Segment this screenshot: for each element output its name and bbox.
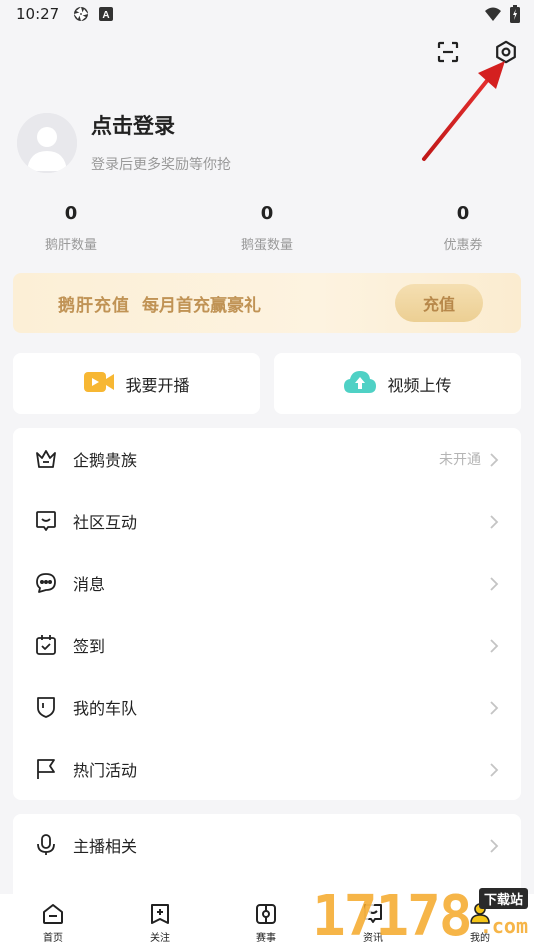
menu-item-checkin[interactable]: 签到 [13, 614, 521, 676]
menu-label: 消息 [73, 575, 106, 594]
chevron-right-icon [489, 452, 499, 467]
stat-label: 鹅肝数量 [44, 238, 97, 253]
shield-icon [34, 695, 58, 719]
login-title[interactable]: 点击登录 [91, 112, 231, 140]
message-icon [34, 571, 58, 595]
chevron-right-icon [489, 700, 499, 715]
stat-label: 鹅蛋数量 [240, 238, 293, 253]
stat-value: 0 [456, 203, 470, 224]
menu-label: 我的车队 [73, 699, 138, 718]
chevron-right-icon [489, 576, 499, 591]
menu-item-noble[interactable]: 企鹅贵族 未开通 [13, 428, 521, 490]
calendar-check-icon [34, 633, 58, 657]
banner-subtitle: 每月首充赢豪礼 [142, 295, 261, 316]
home-icon [41, 902, 65, 926]
chevron-right-icon [489, 838, 499, 853]
nav-label: 赛事 [256, 933, 276, 944]
menu-item-events[interactable]: 热门活动 [13, 738, 521, 800]
nav-label: 首页 [43, 933, 63, 944]
menu-card: 企鹅贵族 未开通 社区互动 消息 签到 我的车队 热门活动 [13, 428, 521, 800]
stat-value: 0 [260, 203, 274, 224]
video-upload-button[interactable]: 视频上传 [274, 353, 521, 414]
scan-icon[interactable] [434, 38, 462, 66]
stat-value: 0 [64, 203, 78, 224]
stat-goose-liver[interactable]: 0 鹅肝数量 [11, 200, 131, 253]
bottom-nav: 首页 关注 赛事 资讯 我的 [0, 894, 534, 950]
annotation-arrow [422, 61, 505, 161]
chevron-right-icon [489, 638, 499, 653]
microphone-icon [34, 833, 58, 857]
chevron-right-icon [489, 762, 499, 777]
wifi-icon [484, 6, 502, 26]
top-actions [434, 38, 520, 66]
news-icon [361, 902, 385, 926]
stat-label: 优惠券 [443, 238, 483, 253]
nav-label: 资讯 [363, 933, 383, 944]
menu-card-streamer: 主播相关 [13, 814, 521, 894]
login-subtitle: 登录后更多奖励等你抢 [91, 157, 231, 173]
menu-item-community[interactable]: 社区互动 [13, 490, 521, 552]
svg-text:A: A [103, 10, 110, 21]
recharge-banner[interactable]: 鹅肝充值 每月首充赢豪礼 充值 [13, 273, 521, 333]
status-time: 10:27 [16, 5, 60, 23]
community-icon [34, 509, 58, 533]
aperture-icon [73, 6, 89, 22]
stat-coupons[interactable]: 0 优惠券 [403, 200, 523, 253]
chevron-right-icon [489, 514, 499, 529]
nav-news[interactable]: 资讯 [343, 902, 403, 944]
menu-label: 热门活动 [73, 761, 138, 780]
settings-icon[interactable] [492, 38, 520, 66]
nav-label: 我的 [470, 933, 490, 944]
a-badge-icon: A [99, 7, 114, 21]
menu-item-team[interactable]: 我的车队 [13, 676, 521, 738]
menu-status: 未开通 [439, 452, 481, 468]
menu-label: 主播相关 [73, 837, 138, 856]
menu-item-messages[interactable]: 消息 [13, 552, 521, 614]
status-right [484, 5, 520, 27]
match-icon [254, 902, 278, 926]
follow-icon [148, 902, 172, 926]
go-live-button[interactable]: 我要开播 [13, 353, 260, 414]
go-live-label: 我要开播 [125, 375, 190, 395]
avatar[interactable] [17, 113, 77, 173]
nav-label: 关注 [150, 933, 170, 944]
menu-label: 企鹅贵族 [73, 451, 138, 470]
nav-matches[interactable]: 赛事 [236, 902, 296, 944]
video-upload-label: 视频上传 [387, 375, 452, 395]
recharge-button[interactable]: 充值 [395, 284, 483, 322]
profile-icon [468, 902, 492, 926]
nav-profile[interactable]: 我的 [450, 902, 510, 944]
video-camera-icon [83, 370, 115, 398]
flag-icon [34, 757, 58, 781]
nav-home[interactable]: 首页 [23, 902, 83, 944]
nav-follow[interactable]: 关注 [130, 902, 190, 944]
battery-icon [510, 5, 520, 27]
status-bar: 10:27 A [0, 0, 534, 28]
menu-label: 签到 [73, 637, 106, 656]
profile-header[interactable]: 点击登录 登录后更多奖励等你抢 [17, 112, 231, 174]
stat-goose-egg[interactable]: 0 鹅蛋数量 [207, 200, 327, 253]
banner-title: 鹅肝充值 [58, 295, 130, 316]
crown-icon [34, 447, 58, 471]
menu-item-streamer[interactable]: 主播相关 [13, 814, 521, 876]
cloud-upload-icon [343, 369, 377, 399]
menu-label: 社区互动 [73, 513, 138, 532]
